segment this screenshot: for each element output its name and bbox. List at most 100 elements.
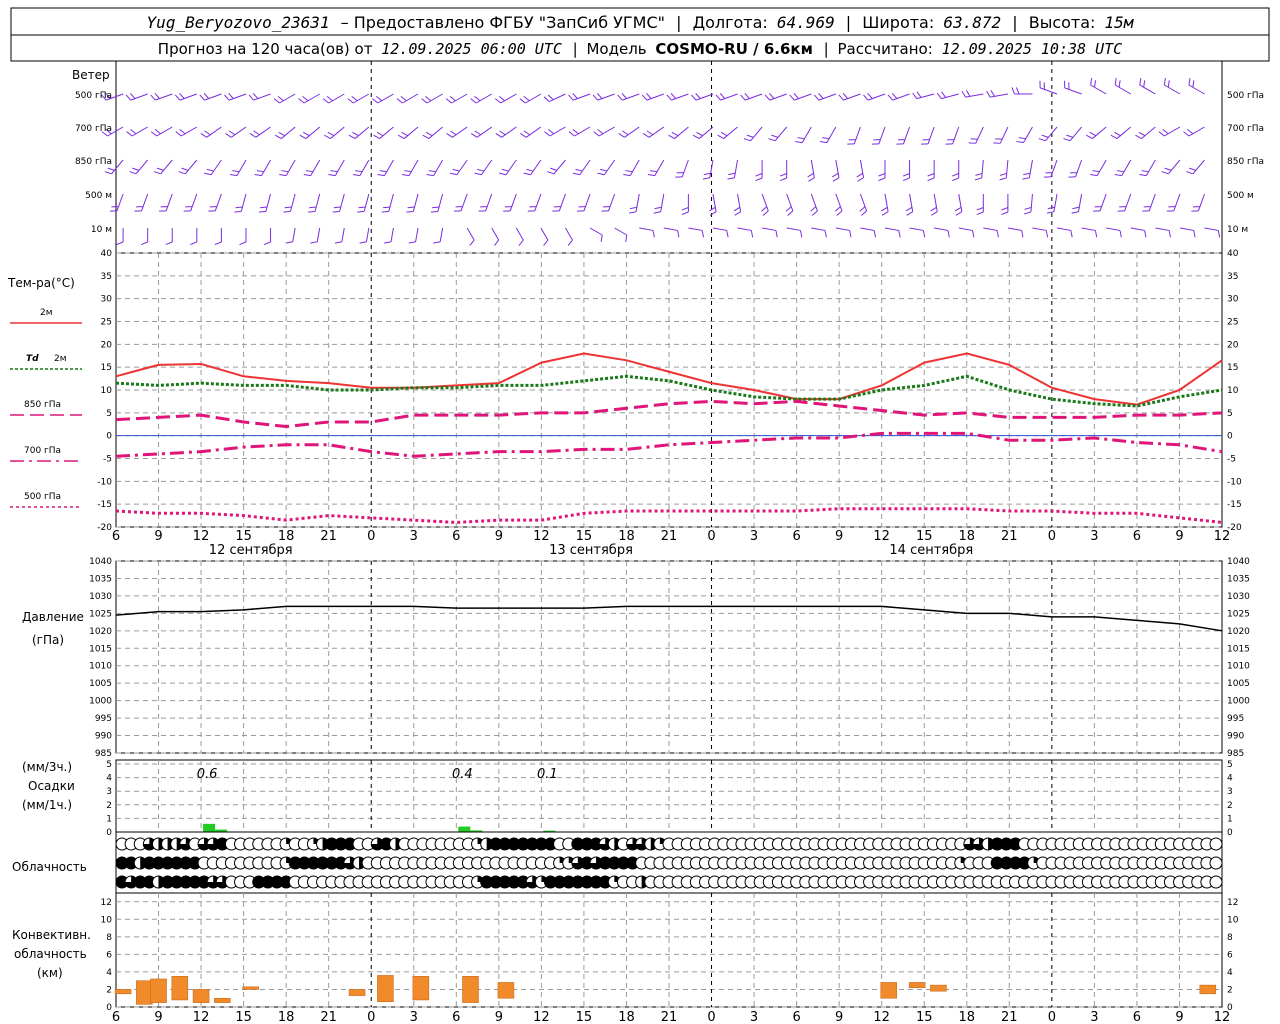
latitude: 63.872 [943,13,1001,32]
wind-barb-feather [1139,78,1142,86]
wind-barb-feather [696,131,703,137]
temp-ytick-right: 5 [1227,409,1233,419]
wind-barb-feather [190,241,198,246]
wind-barb-feather [445,98,452,104]
wind-barb-feather [225,133,232,138]
wind-barb-feather [1092,170,1100,173]
wind-barb [981,159,984,178]
wind-barb-feather [298,98,305,104]
wind-barb [456,159,468,176]
wind-barb-feather [107,167,115,171]
wind-barb [579,159,591,176]
wind-barb-feather [647,174,655,177]
wind-barb [240,193,247,212]
wind-barb-feather [618,133,625,138]
wind-level-label: 500 м [85,191,112,201]
x-hour-label-bottom: 3 [1090,1010,1098,1024]
wind-barb-feather [302,131,310,137]
conv-ytick-right: 2 [1227,985,1233,995]
wind-barb-feather [376,131,384,137]
wind-barb [639,227,654,231]
wind-barb [965,93,984,98]
wind-barb [184,159,198,175]
wind-barb [289,193,296,212]
wind-barb [1164,84,1181,95]
wind-barb-feather [593,131,600,137]
press-ytick-right: 1015 [1227,644,1250,654]
calc-time: 12.09.2025 10:38 UTC [942,40,1123,58]
wind-barb-feather [126,131,133,137]
wind-barb-feather [838,94,844,101]
wind-barb [534,193,542,212]
wind-barb-feather [543,239,549,246]
wind-barb [439,227,444,242]
wind-barb-feather [600,234,603,242]
legend-label: 2м [40,308,53,318]
wind-barb [712,193,717,212]
wind-barb-feather [779,177,787,182]
precip-ytick: 1 [106,814,112,824]
wind-barb-feather [727,177,735,180]
wind-barb [1090,84,1107,95]
wind-barb [681,159,689,178]
wind-barb-feather [1066,134,1074,138]
cloud-title: Облачность [12,860,87,874]
wind-barb-feather [252,93,259,99]
precip-ytick-right: 2 [1227,801,1233,811]
x-hour-label-bottom: 6 [112,1010,120,1024]
wind-barb-feather [446,133,453,138]
wind-barb-feather [755,173,763,177]
wind-barb [314,193,321,212]
wind-barb-feather [572,172,580,176]
wind-barb [1124,193,1132,212]
wind-barb-feather [592,94,599,101]
wind-barb-feather [728,172,736,176]
wind-barb-feather [666,94,672,101]
x-hour-label-bottom: 18 [618,1010,635,1024]
wind-barb-feather [709,206,716,212]
wind-barb-feather [116,241,124,246]
x-hour-label-bottom: 0 [1048,1010,1056,1024]
wind-barb-feather [1001,207,1009,211]
wind-barb-feather [856,172,864,178]
wind-barb-feather [129,171,137,175]
wind-barb [884,193,889,212]
wind-barb-feather [328,174,336,177]
wind-barb-feather [1183,131,1190,137]
wind-barb-feather [769,93,775,99]
conv-ytick: 10 [101,915,113,925]
wind-barb [285,159,296,176]
legend-label-b: 2м [54,354,67,364]
temp-ytick-right: -5 [1227,455,1236,465]
conv-ytick: 12 [101,898,112,908]
wind-barb-feather [1192,80,1195,88]
wind-barb-feather [703,172,711,176]
wind-barb [1141,126,1156,139]
precip-ytick: 2 [106,801,112,811]
wind-barb-feather [248,94,255,101]
wind-barb-feather [281,170,289,173]
wind-barb [437,193,444,212]
temp-ytick-right: 25 [1227,318,1238,328]
wind-barb-feather [797,137,805,140]
conv-bar [497,982,515,999]
meteogram: Yug_Beryozovo_23631 – Предоставлено ФГБУ… [7,7,1270,1024]
wind-barb-feather [178,171,186,175]
x-hour-label-bottom: 21 [661,1010,678,1024]
wind-barb-feather [165,241,173,246]
wind-barb-feather [1045,230,1049,238]
wind-barb-feather [976,211,984,216]
wind-barb [663,227,678,231]
wind-barb-feather [785,206,792,212]
wind-barb-feather [253,130,260,136]
press-ytick: 1020 [89,627,112,637]
wind-barb [990,93,1008,98]
wind-barb-feather [263,241,271,246]
conv-bar [150,978,167,1003]
wind-barb [363,193,370,212]
wind-barb-feather [881,206,888,212]
press-ytick: 1040 [89,557,112,567]
wind-barb-feather [715,94,721,101]
wind-barb [1155,227,1170,231]
wind-barb-feather [355,170,363,173]
